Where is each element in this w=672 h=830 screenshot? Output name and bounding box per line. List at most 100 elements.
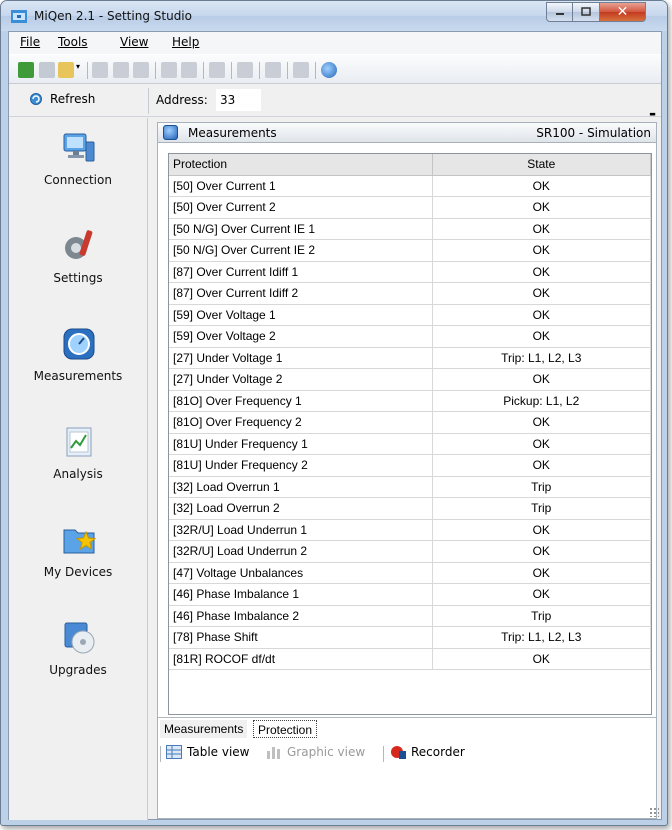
table-row[interactable]: [46] Phase Imbalance 1 OK	[169, 583, 651, 606]
state-cell: OK	[432, 454, 651, 477]
table-row[interactable]: [32] Load Overrun 2 Trip	[169, 497, 651, 520]
protection-name-cell: [32] Load Overrun 2	[169, 497, 433, 520]
state-cell: OK	[432, 648, 651, 670]
protection-name-cell: [47] Voltage Unbalances	[169, 562, 433, 584]
protection-name-cell: [27] Under Voltage 1	[169, 347, 433, 369]
table-row[interactable]: [81O] Over Frequency 2 OK	[169, 411, 651, 434]
state-cell: OK	[432, 196, 651, 219]
menu-file[interactable]: File	[20, 35, 40, 49]
table-row[interactable]: [32R/U] Load Underrun 2 OK	[169, 540, 651, 563]
state-cell: OK	[432, 218, 651, 240]
state-cell: OK	[432, 325, 651, 348]
sidebar-item-connection[interactable]: Connection	[9, 130, 147, 216]
tab-measurements[interactable]: Measurements	[160, 720, 248, 738]
protection-name-cell: [81O] Over Frequency 1	[169, 390, 433, 412]
app-icon	[11, 10, 27, 23]
save-icon[interactable]	[92, 62, 108, 78]
state-cell: OK	[432, 411, 651, 434]
copy-icon[interactable]	[133, 62, 149, 78]
protection-name-cell: [32R/U] Load Underrun 2	[169, 540, 433, 563]
menu-help[interactable]: Help	[172, 35, 199, 49]
print-setup-icon[interactable]	[39, 62, 55, 78]
table-row[interactable]: [46] Phase Imbalance 2 Trip	[169, 605, 651, 627]
maximize-button[interactable]	[573, 2, 600, 22]
table-row[interactable]: [87] Over Current Idiff 1 OK	[169, 261, 651, 283]
print-preview-icon[interactable]	[181, 62, 197, 78]
panel-title: Measurements	[188, 126, 277, 140]
sidebar-item-upgrades[interactable]: Upgrades	[9, 620, 147, 706]
table-row[interactable]: [27] Under Voltage 1 Trip: L1, L2, L3	[169, 347, 651, 369]
address-bar: Refresh Address: 33 ▬	[9, 84, 661, 118]
protection-name-cell: [50 N/G] Over Current IE 2	[169, 239, 433, 262]
protection-name-cell: [81U] Under Frequency 2	[169, 454, 433, 477]
device-label: SR100 - Simulation	[536, 126, 651, 140]
tab-strip: Measurements Protection	[158, 717, 656, 739]
table-row[interactable]: [59] Over Voltage 2 OK	[169, 325, 651, 348]
bar-chart-icon	[267, 747, 280, 759]
state-cell: OK	[432, 175, 651, 197]
table-row[interactable]: [50] Over Current 2 OK	[169, 196, 651, 219]
new-icon[interactable]	[18, 62, 34, 78]
close-button[interactable]: ✕	[600, 2, 646, 22]
table-row[interactable]: [47] Voltage Unbalances OK	[169, 562, 651, 584]
gear-wrench-icon	[65, 230, 93, 259]
tag-icon[interactable]	[237, 62, 253, 78]
monitor-icon[interactable]	[265, 62, 281, 78]
sidebar-item-my-devices[interactable]: My Devices	[9, 522, 147, 608]
protection-name-cell: [50 N/G] Over Current IE 1	[169, 218, 433, 240]
recorder-button[interactable]: Recorder	[390, 745, 465, 759]
graphic-view-button[interactable]: Graphic view	[266, 745, 365, 759]
column-header-protection[interactable]: Protection	[169, 154, 433, 176]
settings-icon[interactable]	[321, 62, 337, 78]
disc-upgrade-icon	[64, 622, 95, 654]
print-icon[interactable]	[161, 62, 177, 78]
state-cell: Pickup: L1, L2	[432, 390, 651, 412]
table-row[interactable]: [81R] ROCOF df/dt OK	[169, 648, 651, 670]
state-cell: OK	[432, 583, 651, 606]
state-cell: OK	[432, 239, 651, 262]
minimize-button[interactable]	[546, 2, 573, 22]
close-icon: ✕	[616, 4, 629, 20]
table-row[interactable]: [87] Over Current Idiff 2 OK	[169, 282, 651, 305]
table-view-button[interactable]: Table view	[166, 745, 249, 759]
protection-name-cell: [87] Over Current Idiff 2	[169, 282, 433, 305]
menu-bar: File Tools View Help	[9, 32, 661, 54]
table-row[interactable]: [50 N/G] Over Current IE 2 OK	[169, 239, 651, 262]
refresh-button[interactable]: Refresh	[28, 92, 95, 106]
sidebar-item-measurements[interactable]: Measurements	[9, 326, 147, 412]
table-row[interactable]: [78] Phase Shift Trip: L1, L2, L3	[169, 626, 651, 649]
table-row[interactable]: [32R/U] Load Underrun 1 OK	[169, 519, 651, 541]
table-row[interactable]: [27] Under Voltage 2 OK	[169, 368, 651, 391]
open-icon[interactable]	[58, 62, 74, 78]
table-row[interactable]: [81O] Over Frequency 1 Pickup: L1, L2	[169, 390, 651, 412]
tab-protection[interactable]: Protection	[253, 720, 318, 738]
table-row[interactable]: [59] Over Voltage 1 OK	[169, 304, 651, 326]
table-row[interactable]: [50 N/G] Over Current IE 1 OK	[169, 218, 651, 240]
state-cell: OK	[432, 433, 651, 455]
protection-name-cell: [81U] Under Frequency 1	[169, 433, 433, 455]
window-title: MiQen 2.1 - Setting Studio	[34, 9, 192, 23]
resize-grip[interactable]	[649, 807, 659, 817]
protection-name-cell: [78] Phase Shift	[169, 626, 433, 649]
dropdown-icon[interactable]: ▾	[76, 62, 83, 78]
protection-name-cell: [59] Over Voltage 2	[169, 325, 433, 348]
toolbar-overflow-button[interactable]: ▬	[648, 110, 657, 118]
tools-icon[interactable]	[293, 62, 309, 78]
chart-icon[interactable]	[209, 62, 225, 78]
table-row[interactable]: [50] Over Current 1 OK	[169, 175, 651, 197]
table-row[interactable]: [81U] Under Frequency 2 OK	[169, 454, 651, 477]
sidebar-item-settings[interactable]: Settings	[9, 228, 147, 314]
state-cell: OK	[432, 282, 651, 305]
table-row[interactable]: [32] Load Overrun 1 Trip	[169, 476, 651, 498]
menu-view[interactable]: View	[120, 35, 148, 49]
view-toolbar: Table view Graphic view Recorder	[158, 740, 656, 766]
table-row[interactable]: [81U] Under Frequency 1 OK	[169, 433, 651, 455]
minimize-icon	[555, 13, 564, 15]
sidebar-item-analysis[interactable]: Analysis	[9, 424, 147, 510]
save-as-icon[interactable]	[113, 62, 129, 78]
state-cell: Trip	[432, 476, 651, 498]
menu-tools[interactable]: Tools	[58, 35, 88, 49]
address-input[interactable]: 33	[216, 89, 261, 111]
protection-name-cell: [46] Phase Imbalance 2	[169, 605, 433, 627]
column-header-state[interactable]: State	[432, 154, 651, 176]
